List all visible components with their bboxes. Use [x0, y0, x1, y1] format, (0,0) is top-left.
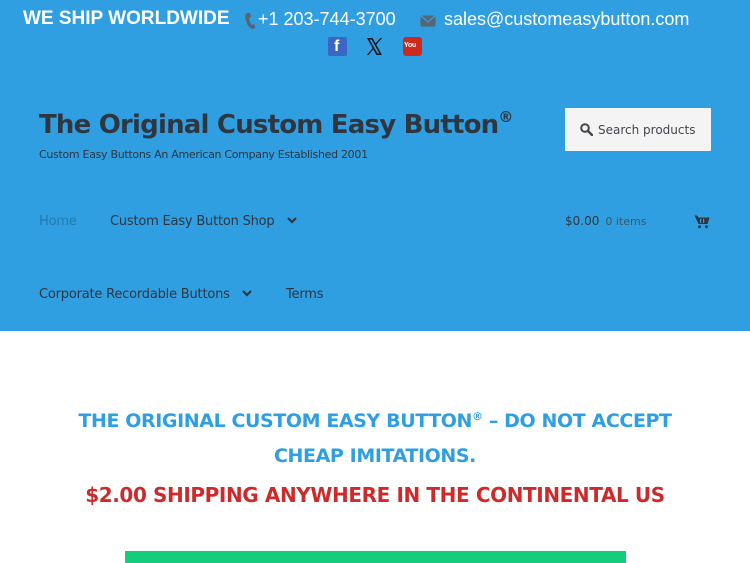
site-title-text: The Original Custom Easy Button — [39, 110, 499, 140]
main-heading-registered-mark: ® — [472, 410, 483, 423]
cart-icon[interactable] — [694, 214, 710, 229]
mail-icon — [420, 15, 436, 27]
x-icon[interactable] — [365, 37, 384, 56]
phone-icon — [245, 13, 256, 29]
green-banner-bar — [125, 551, 626, 563]
site-header: WE SHIP WORLDWIDE +1 203-744-3700 sales@… — [0, 0, 750, 331]
chevron-down-icon — [286, 217, 297, 224]
nav-terms[interactable]: Terms — [286, 287, 323, 302]
registered-mark: ® — [498, 108, 513, 126]
chevron-down-icon — [241, 290, 252, 297]
main-heading-part1: THE ORIGINAL CUSTOM EASY BUTTON — [78, 410, 473, 432]
main-heading: THE ORIGINAL CUSTOM EASY BUTTON® – DO NO… — [60, 399, 690, 474]
ship-worldwide-text: WE SHIP WORLDWIDE — [23, 8, 230, 29]
nav-home[interactable]: Home — [39, 214, 77, 229]
nav-shop-label: Custom Easy Button Shop — [110, 214, 275, 229]
nav-shop[interactable]: Custom Easy Button Shop — [110, 214, 297, 229]
search-input[interactable] — [598, 108, 708, 151]
youtube-icon[interactable]: You — [403, 37, 422, 56]
shipping-heading: $2.00 SHIPPING ANYWHERE IN THE CONTINENT… — [85, 483, 665, 507]
facebook-icon[interactable]: f — [328, 37, 347, 56]
facebook-glyph: f — [334, 38, 340, 55]
youtube-glyph: You — [404, 42, 417, 49]
cart-summary[interactable]: $0.00 0 items — [565, 214, 646, 228]
email-link[interactable]: sales@customeasybutton.com — [444, 9, 689, 30]
search-icon — [580, 123, 593, 136]
x-logo-icon — [367, 38, 382, 55]
top-bar: WE SHIP WORLDWIDE +1 203-744-3700 sales@… — [0, 8, 750, 34]
nav-corporate-buttons[interactable]: Corporate Recordable Buttons — [39, 287, 252, 302]
site-tagline: Custom Easy Buttons An American Company … — [39, 148, 368, 161]
cart-item-count: 0 items — [605, 215, 647, 228]
phone-link[interactable]: +1 203-744-3700 — [258, 9, 396, 30]
site-title[interactable]: The Original Custom Easy Button® — [39, 108, 513, 140]
nav-corporate-label: Corporate Recordable Buttons — [39, 287, 230, 302]
product-search — [565, 108, 711, 151]
cart-amount: $0.00 — [565, 214, 600, 228]
